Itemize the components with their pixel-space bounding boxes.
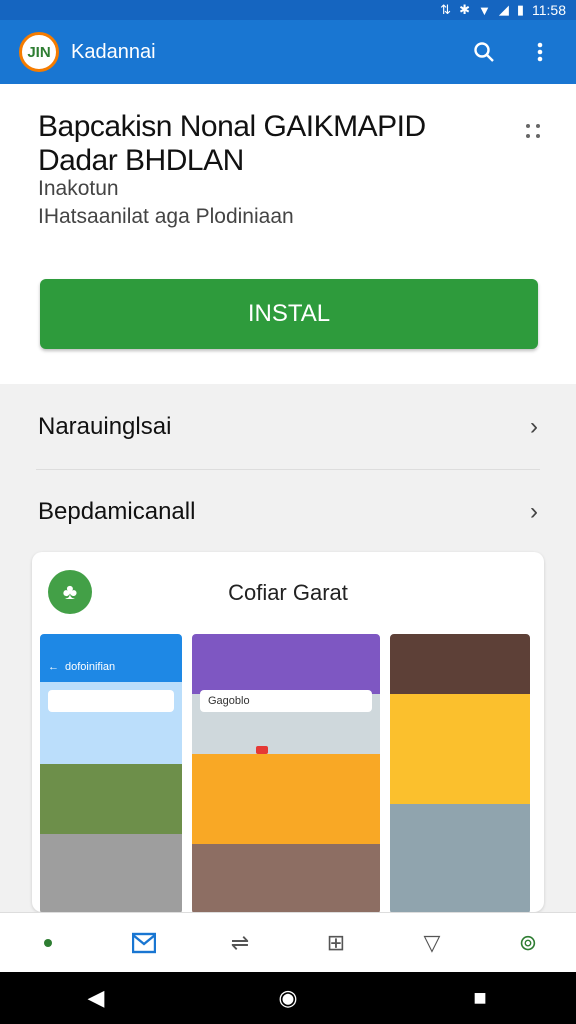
chevron-right-icon: › (530, 413, 538, 440)
bottom-nav: ⇌ ⊞ ▽ ⊚ (0, 912, 576, 972)
app-listing-title: Bapcakisn Nonal GAIKMAPID Dadar BHDLAN (38, 110, 426, 177)
more-options-icon[interactable] (526, 124, 542, 140)
more-vert-icon[interactable] (524, 36, 556, 68)
system-nav: ◀ ◉ ■ (0, 972, 576, 1024)
recents-icon[interactable]: ■ (460, 978, 500, 1018)
data-icon: ⇅ (440, 2, 452, 17)
install-button[interactable]: INSTAL (40, 279, 538, 349)
app-title: Kadannai (71, 40, 156, 63)
screenshot-bar-text: dofoinifian (65, 661, 116, 673)
search-icon[interactable] (468, 36, 500, 68)
app-logo: JIN (19, 32, 59, 72)
screenshot-1[interactable]: ← dofoinifian (40, 634, 182, 912)
app-category: IHatsaanilat aga Plodiniaan (38, 205, 294, 228)
app-bar: JIN Kadannai (0, 20, 576, 84)
app-actions (468, 36, 556, 68)
nav-mail-icon[interactable] (124, 923, 164, 963)
wifi-icon: ▼ (477, 2, 491, 18)
nav-grid-icon[interactable]: ⊞ (316, 923, 356, 963)
section-row-1[interactable]: Narauinglsai › (0, 385, 576, 469)
screenshot-search (48, 690, 174, 712)
screenshot-search: Gagoblo (200, 690, 372, 712)
section-row-2[interactable]: Bepdamicanall › (0, 470, 576, 554)
signal-icon: ◢ (498, 2, 509, 17)
home-icon[interactable]: ◉ (268, 978, 308, 1018)
back-icon: ← (48, 661, 59, 673)
section-row-label: Bepdamicanall (38, 498, 196, 525)
screenshot-sign (256, 746, 268, 754)
nav-list-icon[interactable]: ⇌ (220, 923, 260, 963)
status-bar: ⇅ ✱ ▼ ◢ ▮ 11:58 (0, 0, 576, 20)
nav-profile-icon[interactable]: ⊚ (508, 923, 548, 963)
nav-chat-icon[interactable]: ▽ (412, 923, 452, 963)
back-icon[interactable]: ◀ (76, 978, 116, 1018)
screenshot-strip[interactable]: ← dofoinifian Gagoblo (40, 634, 530, 912)
battery-icon: ▮ (516, 2, 524, 17)
screenshot-2[interactable]: Gagoblo (192, 634, 380, 912)
app-header-card: Bapcakisn Nonal GAIKMAPID Dadar BHDLAN I… (0, 84, 576, 384)
gallery-title: Cofiar Garat (228, 580, 348, 605)
developer-name[interactable]: Inakotun (38, 177, 119, 201)
status-time: 11:58 (532, 2, 566, 18)
nav-dot[interactable] (28, 923, 68, 963)
screenshot-3[interactable] (390, 634, 530, 912)
chevron-right-icon: › (530, 498, 538, 525)
screenshot-gallery: ♣ Cofiar Garat ← dofoinifian Gagoblo (32, 552, 544, 912)
section-row-label: Narauinglsai (38, 413, 172, 440)
vibrate-icon: ✱ (459, 2, 470, 17)
screenshot-app-bar: ← dofoinifian (48, 658, 174, 676)
section-list: Narauinglsai › Bepdamicanall › (0, 385, 576, 554)
